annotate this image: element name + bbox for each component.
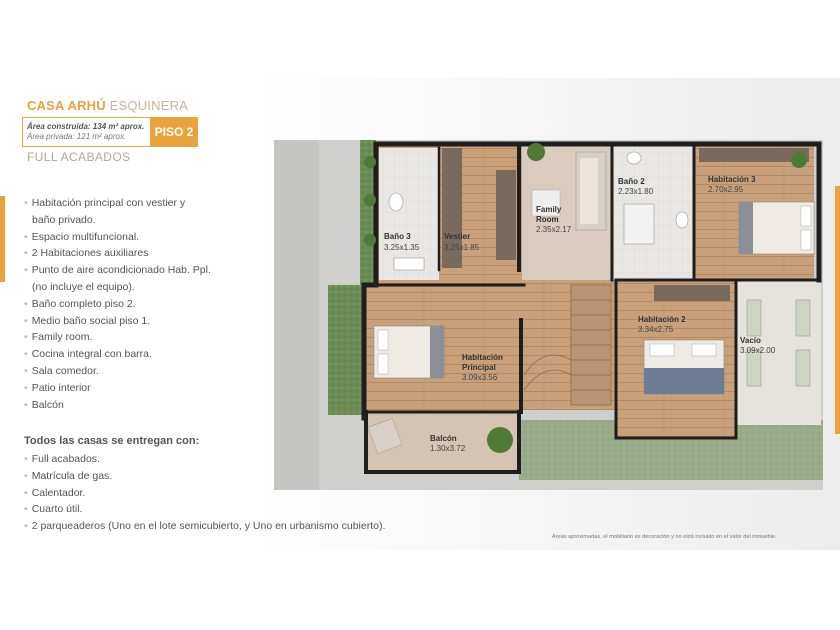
finish-label: FULL ACABADOS bbox=[27, 150, 131, 164]
area-built: Área construida: 134 m² aprox. bbox=[27, 122, 145, 131]
feature-item: (no incluye el equipo). bbox=[32, 280, 135, 293]
garden-left bbox=[328, 285, 363, 415]
label-bano3: Baño 3 bbox=[384, 232, 411, 241]
floor-badge: PISO 2 bbox=[150, 117, 198, 147]
included-item: Cuarto útil. bbox=[24, 501, 444, 518]
feature-item: Habitación principal con vestier y bbox=[24, 195, 269, 212]
included-item: 2 parqueaderos (Uno en el lote semicubie… bbox=[24, 518, 444, 535]
label-family-1: Family bbox=[536, 205, 562, 214]
bed-hab2 bbox=[643, 339, 725, 395]
feature-item: Punto de aire acondicionado Hab. Ppl. bbox=[24, 262, 269, 279]
feature-item: Patio interior bbox=[24, 380, 269, 397]
vacio-panel bbox=[746, 349, 762, 387]
page-title: CASA ARHÚ ESQUINERA bbox=[27, 98, 188, 113]
vacio-panel bbox=[795, 299, 811, 337]
dim-hab2: 3.34x2.75 bbox=[638, 325, 674, 334]
label-habppl-1: Habitación bbox=[462, 353, 503, 362]
vacio-panel bbox=[795, 349, 811, 387]
bed-hab3 bbox=[738, 201, 815, 255]
feature-item: baño privado. bbox=[32, 213, 96, 226]
area-text: Área construida: 134 m² aprox. Área priv… bbox=[27, 122, 144, 142]
area-private: Área privada: 121 m² aprox. bbox=[27, 132, 127, 141]
bed-habppl bbox=[373, 325, 445, 379]
included-title: Todos las casas se entregan con: bbox=[24, 435, 200, 447]
dim-bano3: 3.25x1.35 bbox=[384, 243, 420, 252]
feature-item: Sala comedor. bbox=[24, 363, 269, 380]
street-strip bbox=[274, 140, 319, 490]
feature-item: Family room. bbox=[24, 329, 269, 346]
vacio-panel bbox=[746, 299, 762, 337]
area-info-box: Área construida: 134 m² aprox. Área priv… bbox=[22, 117, 198, 147]
floor-plan-svg: Baño 3 3.25x1.35 Vestier 3.25x1.85 Famil… bbox=[274, 140, 823, 490]
dim-hab3: 2.70x2.95 bbox=[708, 185, 744, 194]
label-hab2: Habitación 2 bbox=[638, 315, 686, 324]
label-vestier: Vestier bbox=[444, 232, 470, 241]
label-balcon: Balcón bbox=[430, 434, 457, 443]
label-bano2: Baño 2 bbox=[618, 177, 645, 186]
dim-habppl: 3.09x3.56 bbox=[462, 373, 498, 382]
feature-item: 2 Habitaciones auxiliares bbox=[24, 245, 269, 262]
dim-vestier: 3.25x1.85 bbox=[444, 243, 480, 252]
title-light: ESQUINERA bbox=[105, 98, 189, 113]
feature-item: Baño completo piso 2. bbox=[24, 296, 269, 313]
feature-item: Balcón bbox=[24, 397, 269, 414]
feature-item: Espacio multifuncional. bbox=[24, 229, 269, 246]
feature-item: Cocina integral con barra. bbox=[24, 346, 269, 363]
disclaimer: Áreas aproximadas, el mobiliario es deco… bbox=[552, 534, 777, 540]
features-list: Habitación principal con vestier y baño … bbox=[24, 195, 269, 413]
label-vacio: Vacío bbox=[740, 336, 761, 345]
title-strong: CASA ARHÚ bbox=[27, 98, 106, 113]
right-accent-bar bbox=[835, 186, 840, 434]
left-accent-bar bbox=[0, 196, 5, 282]
floor-plan: Baño 3 3.25x1.35 Vestier 3.25x1.85 Famil… bbox=[274, 140, 823, 490]
label-hab3: Habitación 3 bbox=[708, 175, 756, 184]
feature-item: Medio baño social piso 1. bbox=[24, 313, 269, 330]
label-habppl-2: Principal bbox=[462, 363, 496, 372]
dim-vacio: 3.09x2.00 bbox=[740, 346, 776, 355]
dim-family: 2.35x2.17 bbox=[536, 225, 572, 234]
dim-balcon: 1.30x3.72 bbox=[430, 444, 466, 453]
dim-bano2: 2.23x1.80 bbox=[618, 187, 654, 196]
label-family-2: Room bbox=[536, 215, 559, 224]
